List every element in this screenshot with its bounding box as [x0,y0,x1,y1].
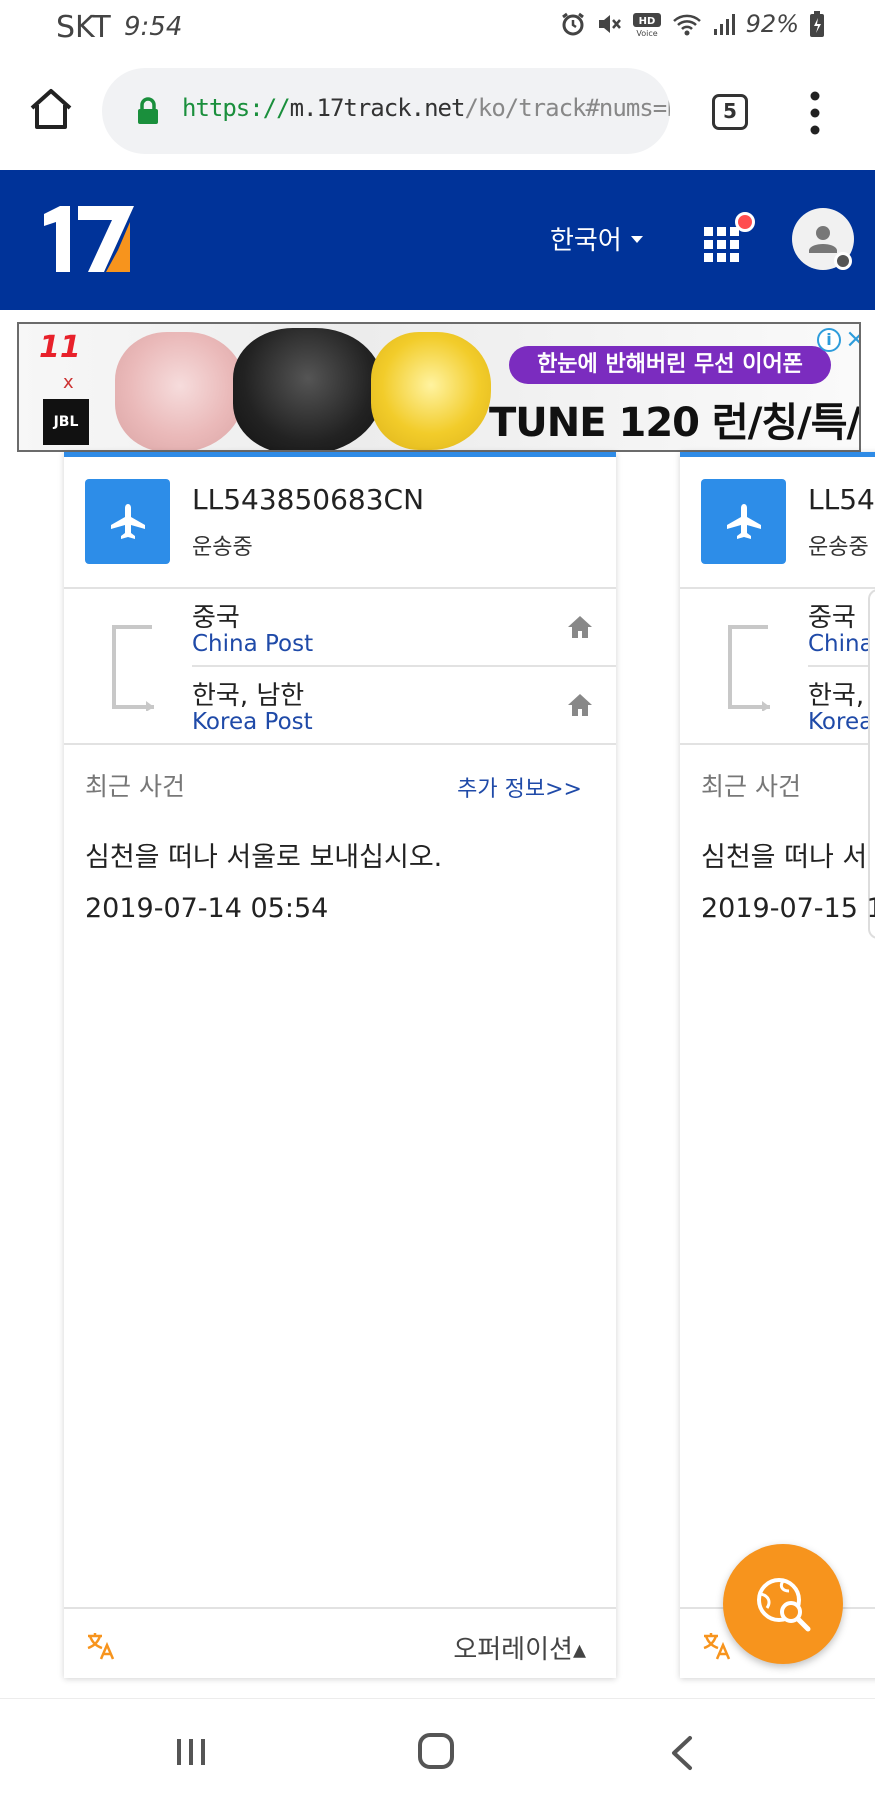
tab-switcher-button[interactable]: 5 [712,94,748,130]
earbuds-pink-image [115,332,245,450]
status-icons: HD Voice 92% [560,10,825,38]
destination-carrier-link[interactable]: Korea Post [192,709,313,735]
back-icon[interactable] [668,1735,696,1771]
destination-country: 한국, 남한 [192,681,305,711]
shipment-status: 운송중 [192,535,253,560]
recent-events-title: 최근 사건 [701,772,801,801]
home-icon[interactable] [566,691,594,719]
url-scheme: https:// [182,94,291,122]
route-section: 중국 China 한국, Korea [680,589,875,745]
caret-down-icon [630,235,643,243]
svg-text:Voice: Voice [636,29,657,37]
translate-icon[interactable] [702,1631,732,1661]
clock: 9:54 [124,12,183,42]
route-connector-icon [112,625,154,711]
card-header[interactable]: LL54 운송중 [680,457,875,589]
origin-carrier-link[interactable]: China Post [192,631,313,657]
url-host: m.17track.net [289,94,466,122]
airplane-icon [727,504,761,539]
system-navigation-bar [0,1698,875,1799]
ad-close-icon[interactable]: × [845,326,859,352]
translate-icon[interactable] [86,1631,116,1661]
track-search-fab[interactable] [723,1544,843,1664]
ad-collab-x: x [63,372,74,393]
recent-apps-icon[interactable] [174,1737,208,1767]
status-bar: SKT 9:54 HD Voice 92% [0,0,875,54]
site-header: 한국어 [0,170,875,310]
shipment-type-badge [85,479,170,564]
jbl-logo: JBL [43,399,89,445]
wifi-icon [672,14,701,36]
origin-country: 중국 [808,603,856,633]
system-home-icon[interactable] [418,1733,454,1769]
more-options-icon[interactable] [802,90,828,136]
tracking-card: LL543850683CN 운송중 중국 China Post 한국, 남한 K… [64,452,616,1678]
shipment-status: 운송중 [808,535,869,560]
scroll-edge-panel [868,589,875,939]
origin-row: 중국 China Post [192,589,616,667]
route-connector-icon [728,625,770,711]
route-section: 중국 China Post 한국, 남한 Korea Post [64,589,616,745]
language-label: 한국어 [550,226,622,256]
notification-dot [735,212,755,232]
signal-icon [713,14,735,35]
avatar-status-dot [834,252,852,270]
screen: SKT 9:54 HD Voice 92% https://m.17track.n… [0,0,875,1799]
battery-icon [810,11,824,37]
apps-grid-icon[interactable] [703,226,741,264]
origin-country: 중국 [192,603,240,633]
mute-icon [598,15,621,33]
origin-row: 중국 China [808,589,875,667]
earbuds-black-image [233,328,383,450]
card-header[interactable]: LL543850683CN 운송중 [64,457,616,589]
globe-search-icon [757,1578,811,1632]
latest-event-time: 2019-07-15 1 [701,893,875,924]
earbuds-yellow-image [371,332,491,450]
lock-icon [138,97,158,124]
svg-text:HD: HD [638,16,655,27]
destination-country: 한국, [808,681,865,711]
url-text: https://m.17track.net/ko/track#nums=LL54… [182,94,670,122]
language-selector[interactable]: 한국어 [550,220,644,257]
alarm-icon [561,12,584,36]
url-path: /ko/track#nums=LL543 [464,94,670,122]
tracking-number: LL543850683CN [192,483,425,516]
address-bar[interactable]: https://m.17track.net/ko/track#nums=LL54… [102,68,670,154]
origin-carrier-link[interactable]: China [808,631,874,657]
tracking-card: LL54 운송중 중국 China 한국, Korea 최근 사건 심천을 떠나… [680,452,875,1678]
17track-logo[interactable] [42,204,138,274]
ad-brand-11st: 11 [39,330,81,365]
recent-events-title: 최근 사건 [85,772,185,801]
destination-carrier-link[interactable]: Korea [808,709,873,735]
ad-headline: TUNE 120 런/칭/특/가 [489,400,861,446]
carrier-label: SKT [56,10,111,45]
latest-event-time: 2019-07-14 05:54 [85,893,329,924]
home-icon[interactable] [566,613,594,641]
airplane-icon [111,504,145,539]
destination-row: 한국, Korea [808,667,875,745]
operations-menu[interactable]: 오퍼레이션▴ [453,1629,586,1666]
latest-event-description: 심천을 떠나 서울로 보내십시오. [85,842,443,873]
hd-voice-icon: HD Voice [632,13,661,37]
battery-percent: 92% [745,10,799,38]
destination-row: 한국, 남한 Korea Post [192,667,616,745]
latest-event-description: 심천을 떠나 서 [701,842,868,873]
shipment-type-badge [701,479,786,564]
more-info-link[interactable]: 추가 정보>> [457,771,582,803]
card-footer: 오퍼레이션▴ [64,1607,616,1678]
ad-info-icon[interactable]: i [817,328,841,352]
ad-tagline: 한눈에 반해버린 무선 이어폰 [509,346,831,384]
browser-toolbar: https://m.17track.net/ko/track#nums=LL54… [0,56,875,168]
ad-banner[interactable]: 11 x JBL 한눈에 반해버린 무선 이어폰 TUNE 120 런/칭/특/… [17,322,861,452]
tracking-number: LL54 [808,483,875,516]
home-icon[interactable] [28,86,74,132]
